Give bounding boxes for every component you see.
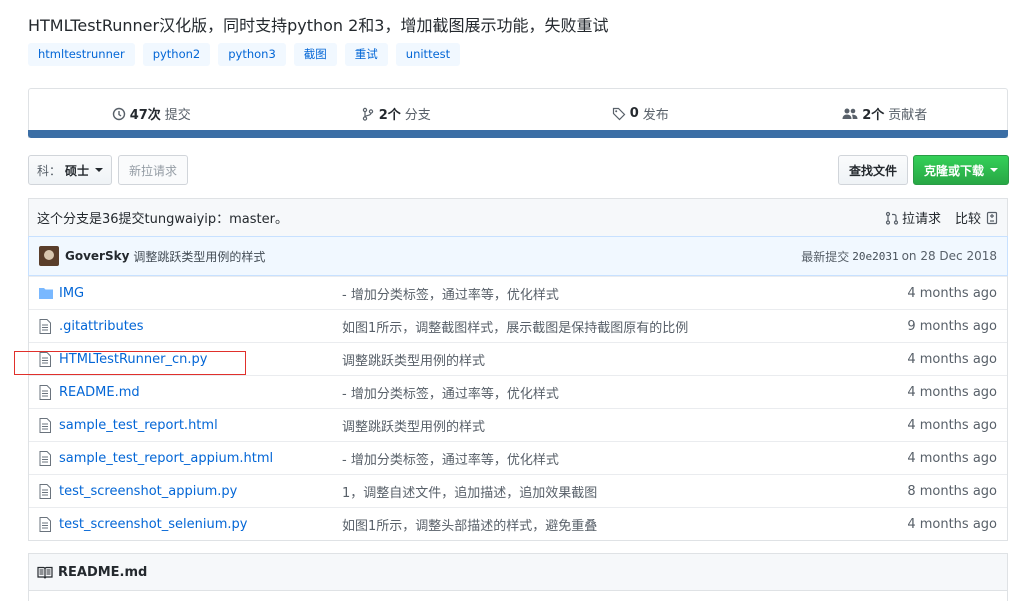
folder-icon xyxy=(39,285,53,301)
file-age: 4 months ago xyxy=(907,285,997,301)
file-row: test_screenshot_appium.py 1，调整自述文件，追加描述，… xyxy=(29,474,1007,507)
file-row: IMG - 增加分类标签，通过率等，优化样式 4 months ago xyxy=(29,276,1007,309)
file-age: 4 months ago xyxy=(907,351,997,367)
commit-message[interactable]: 调整跳跃类型用例的样式 xyxy=(133,248,801,265)
file-list: IMG - 增加分类标签，通过率等，优化样式 4 months ago .git… xyxy=(28,276,1008,541)
readme-body xyxy=(28,590,1008,601)
file-commit-message[interactable]: 1，调整自述文件，追加描述，追加效果截图 xyxy=(342,482,907,501)
file-icon xyxy=(39,450,53,466)
file-row: sample_test_report.html 调整跳跃类型用例的样式 4 mo… xyxy=(29,408,1007,441)
file-name[interactable]: IMG xyxy=(59,286,342,301)
new-pull-request-button[interactable]: 新拉请求 xyxy=(118,155,188,185)
file-name[interactable]: test_screenshot_appium.py xyxy=(59,484,342,499)
commit-author[interactable]: GoverSky xyxy=(65,249,129,263)
file-row: README.md - 增加分类标签，通过率等，优化样式 4 months ag… xyxy=(29,375,1007,408)
file-name[interactable]: sample_test_report_appium.html xyxy=(59,451,342,466)
readme-title: README.md xyxy=(58,565,148,580)
branch-prefix: 科： xyxy=(36,163,61,178)
file-age: 4 months ago xyxy=(907,417,997,433)
book-icon xyxy=(37,566,53,579)
file-commit-message[interactable]: 调整跳跃类型用例的样式 xyxy=(342,416,907,435)
topic-tag[interactable]: 重试 xyxy=(344,43,388,66)
branch-info-bar: 这个分支是36提交tungwaiyip：master。 拉请求 比较 xyxy=(28,198,1008,236)
file-age: 9 months ago xyxy=(907,318,997,334)
latest-commit-label: 最新提交 xyxy=(801,249,850,264)
compare-label: 比较 xyxy=(954,212,981,227)
file-commit-message[interactable]: - 增加分类标签，通过率等，优化样式 xyxy=(342,449,907,468)
file-name[interactable]: sample_test_report.html xyxy=(59,418,342,433)
commits-count: 47次 xyxy=(129,108,161,123)
people-icon xyxy=(842,108,858,119)
file-age: 8 months ago xyxy=(907,483,997,499)
topic-tag[interactable]: 截图 xyxy=(293,43,337,66)
branch-info-text: 这个分支是36提交tungwaiyip：master。 xyxy=(37,212,288,227)
find-file-button[interactable]: 查找文件 xyxy=(838,155,908,185)
commit-date: on 28 Dec 2018 xyxy=(901,249,997,263)
file-age: 4 months ago xyxy=(907,516,997,532)
language-bar xyxy=(28,130,1008,138)
clone-label: 克隆或下载 xyxy=(923,163,984,178)
history-icon xyxy=(112,107,125,120)
commits-label: 提交 xyxy=(164,108,191,123)
topic-tag[interactable]: python2 xyxy=(142,43,211,66)
compare-link[interactable]: 比较 xyxy=(955,208,999,227)
contributors-label: 贡献者 xyxy=(888,108,928,123)
file-row: HTMLTestRunner_cn.py 调整跳跃类型用例的样式 4 month… xyxy=(29,342,1007,375)
file-row: sample_test_report_appium.html - 增加分类标签，… xyxy=(29,441,1007,474)
topic-tag[interactable]: unittest xyxy=(395,43,461,66)
file-icon xyxy=(39,483,53,499)
pull-request-icon xyxy=(885,211,899,225)
file-icon xyxy=(39,516,53,532)
commit-sha[interactable]: 20e2031 xyxy=(852,250,898,263)
branch-icon xyxy=(362,107,373,121)
file-icon xyxy=(39,351,53,367)
file-age: 4 months ago xyxy=(907,450,997,466)
branch-select-button[interactable]: 科： 硕士 xyxy=(28,155,112,185)
clone-download-button[interactable]: 克隆或下载 xyxy=(913,155,1009,185)
file-icon xyxy=(39,384,53,400)
file-icon xyxy=(39,318,53,334)
file-name[interactable]: .gitattributes xyxy=(59,319,342,334)
avatar[interactable] xyxy=(39,246,59,266)
branch-name: 硕士 xyxy=(65,163,90,178)
latest-commit-bar: GoverSky 调整跳跃类型用例的样式 最新提交 20e2031 on 28 … xyxy=(28,236,1008,276)
branches-label: 分支 xyxy=(404,108,431,123)
file-name[interactable]: HTMLTestRunner_cn.py xyxy=(59,352,342,367)
topic-tag[interactable]: htmltestrunner xyxy=(28,43,135,66)
branches-count: 2个 xyxy=(378,108,401,123)
file-commit-message[interactable]: 如图1所示，调整头部描述的样式，避免重叠 xyxy=(342,515,907,534)
contributors-count: 2个 xyxy=(862,108,885,123)
pull-request-link[interactable]: 拉请求 xyxy=(885,208,941,227)
file-name[interactable]: test_screenshot_selenium.py xyxy=(59,517,342,532)
tag-icon xyxy=(612,107,626,120)
file-row: test_screenshot_selenium.py 如图1所示，调整头部描述… xyxy=(29,507,1007,540)
diff-icon xyxy=(986,211,998,224)
caret-down-icon xyxy=(990,168,998,172)
repo-description: HTMLTestRunner汉化版，同时支持python 2和3，增加截图展示功… xyxy=(28,16,609,35)
file-name[interactable]: README.md xyxy=(59,385,342,400)
file-icon xyxy=(39,417,53,433)
pull-request-label: 拉请求 xyxy=(901,212,941,227)
file-commit-message[interactable]: - 增加分类标签，通过率等，优化样式 xyxy=(342,284,907,303)
topic-tag[interactable]: python3 xyxy=(218,43,286,66)
releases-label: 发布 xyxy=(642,108,669,123)
file-commit-message[interactable]: - 增加分类标签，通过率等，优化样式 xyxy=(342,383,907,402)
readme-header: README.md xyxy=(28,553,1008,591)
releases-count: 0 xyxy=(629,106,639,121)
topic-list: htmltestrunner python2 python3 截图 重试 uni… xyxy=(28,43,461,66)
caret-down-icon xyxy=(95,168,104,172)
file-commit-message[interactable]: 如图1所示，调整截图样式，展示截图是保持截图原有的比例 xyxy=(342,317,907,336)
file-row: .gitattributes 如图1所示，调整截图样式，展示截图是保持截图原有的… xyxy=(29,309,1007,342)
file-commit-message[interactable]: 调整跳跃类型用例的样式 xyxy=(342,350,907,369)
file-age: 4 months ago xyxy=(907,384,997,400)
